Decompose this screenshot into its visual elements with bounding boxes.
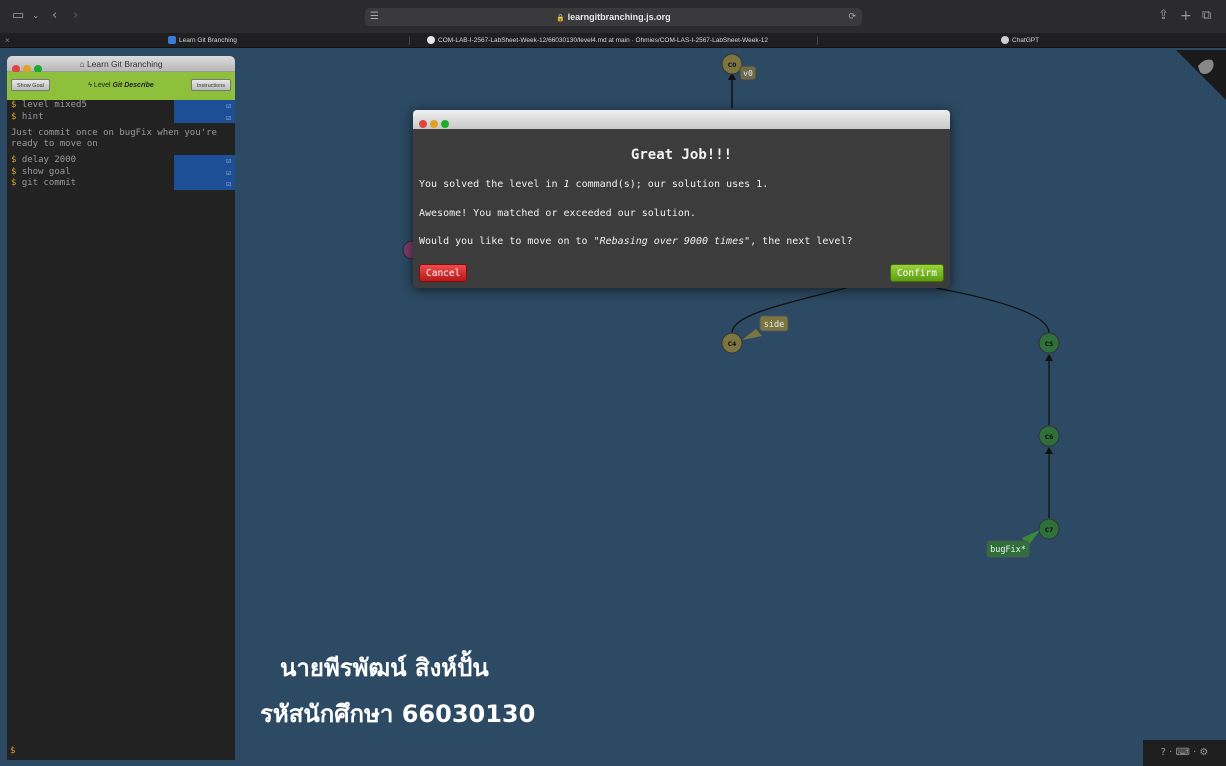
edge [935, 287, 1050, 334]
commit-label: C5 [1045, 341, 1054, 348]
dialog-titlebar [413, 110, 950, 129]
command-terminal: ⌂ Learn Git Branching Show Goal ϟ Level … [7, 56, 235, 760]
command-line: $ git commit ☑ [7, 178, 235, 190]
branch-bugfix[interactable]: bugFix* [986, 530, 1040, 558]
edge-arrow [1045, 447, 1053, 454]
branch-side[interactable]: side [742, 315, 789, 340]
commit-label: C4 [728, 341, 737, 348]
commit-label: C7 [1045, 527, 1054, 534]
edge-arrow [1045, 354, 1053, 361]
instructions-button[interactable]: Instructions [190, 79, 231, 91]
level-name: Git Describe [112, 82, 154, 89]
check-icon: ☑ [174, 155, 235, 167]
edge [731, 287, 847, 334]
minimize-dot-icon[interactable] [430, 120, 438, 128]
check-icon: ☑ [174, 166, 235, 178]
dialog-next-level-line: Would you like to move on to "Rebasing o… [419, 236, 853, 247]
command-line: $ level mixed5 ☑ [7, 100, 235, 112]
commit-label: C0 [728, 62, 737, 69]
check-icon: ☑ [174, 111, 235, 123]
terminal-titlebar: ⌂ Learn Git Branching [7, 56, 235, 73]
command-input[interactable]: $ [10, 746, 15, 756]
check-icon: ☑ [174, 100, 235, 112]
student-id: รหัสนักศึกษา 66030130 [260, 700, 536, 728]
commit-c6[interactable]: C6 [1038, 425, 1060, 447]
command-line: $ hint ☑ [7, 111, 235, 123]
terminal-message: Just commit once on bugFix when you're r… [11, 128, 217, 149]
student-name: นายพีรพัฒน์ สิงห์ปั้น [280, 654, 489, 682]
command-line: $ delay 2000 ☑ [7, 155, 235, 167]
level-complete-dialog: Great Job!!! You solved the level in 1 c… [413, 110, 950, 288]
corner-ribbon [1176, 50, 1226, 100]
close-dot-icon[interactable] [419, 120, 427, 128]
level-bar: Show Goal ϟ Level Git Describe Instructi… [7, 72, 235, 100]
branch-label: bugFix* [990, 545, 1026, 555]
branch-label: side [764, 320, 784, 330]
maximize-dot-icon[interactable] [441, 120, 449, 128]
tag-v0[interactable]: v0 [739, 65, 757, 81]
commit-label: C6 [1045, 434, 1054, 441]
commit-c0[interactable]: C0 [721, 53, 743, 75]
dialog-result-line: You solved the level in 1 command(s); ou… [419, 179, 769, 190]
cancel-button[interactable]: Cancel [419, 264, 468, 282]
commit-c5[interactable]: C5 [1038, 332, 1060, 354]
home-icon: ⌂ [79, 59, 85, 69]
terminal-title: Learn Git Branching [86, 59, 163, 69]
bottom-toolbar[interactable]: ? · ⌨ · ⚙ [1143, 740, 1226, 766]
check-icon: ☑ [174, 178, 235, 190]
command-line: $ show goal ☑ [7, 166, 235, 178]
lightning-icon: ϟ [88, 82, 92, 89]
commit-c7[interactable]: C7 [1038, 518, 1060, 540]
dialog-awesome-line: Awesome! You matched or exceeded our sol… [419, 208, 696, 219]
commit-c4[interactable]: C4 [721, 332, 743, 354]
dialog-title: Great Job!!! [630, 147, 733, 163]
confirm-button[interactable]: Confirm [889, 264, 944, 282]
tag-label: v0 [743, 69, 753, 78]
